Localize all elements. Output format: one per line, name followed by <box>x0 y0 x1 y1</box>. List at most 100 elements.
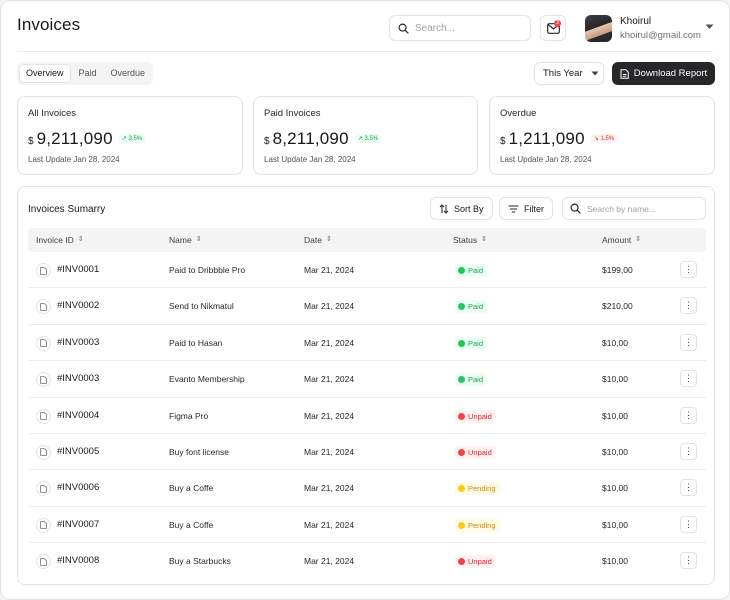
status-dot-icon <box>458 412 465 420</box>
row-actions-button[interactable]: ⋮ <box>680 479 697 497</box>
stat-value: $ 9,211,090 ↗ 3.5% <box>28 129 146 149</box>
row-actions-button[interactable]: ⋮ <box>680 552 697 570</box>
table-row[interactable]: #INV0004 Figma Pro Mar 21, 2024 Unpaid $… <box>28 398 706 434</box>
column-date[interactable]: Date ⇕ <box>304 228 332 252</box>
status-dot-icon <box>458 448 465 456</box>
status-badge: Pending <box>455 518 500 532</box>
status-label: Unpaid <box>468 557 492 567</box>
stat-card-all-invoices: All Invoices $ 9,211,090 ↗ 3.5% Last Upd… <box>17 96 243 175</box>
header-divider <box>17 51 713 52</box>
invoice-id: #INV0003 <box>57 336 100 348</box>
file-icon <box>36 372 51 388</box>
table-row[interactable]: #INV0007 Buy a Coffe Mar 21, 2024 Pendin… <box>28 507 706 544</box>
table-row[interactable]: #INV0002 Send to Nikmatul Mar 21, 2024 P… <box>28 288 706 325</box>
row-actions-button[interactable]: ⋮ <box>680 442 697 460</box>
chevron-down-icon[interactable] <box>705 24 714 30</box>
global-search-input[interactable]: Search... <box>389 15 531 41</box>
status-dot-icon <box>458 339 465 347</box>
more-vertical-icon: ⋮ <box>684 409 693 420</box>
more-vertical-icon: ⋮ <box>684 300 693 311</box>
view-tabs: Overview Paid Overdue <box>17 62 154 85</box>
status-badge: Unpaid <box>455 409 496 423</box>
tab-paid[interactable]: Paid <box>73 64 103 83</box>
status-dot-icon <box>458 376 465 384</box>
avatar[interactable] <box>585 15 612 42</box>
row-actions-button[interactable]: ⋮ <box>680 515 697 533</box>
tab-overdue[interactable]: Overdue <box>105 64 152 83</box>
invoice-id: #INV0002 <box>57 300 100 312</box>
sort-arrows-icon: ⇕ <box>481 236 487 243</box>
invoice-amount: $199,00 <box>602 265 633 275</box>
user-email: khoirul@gmail.com <box>620 30 701 41</box>
invoice-date: Mar 21, 2024 <box>304 374 355 385</box>
panel-title: Invoices Sumarry <box>28 204 106 215</box>
page-title: Invoices <box>17 15 81 34</box>
stat-number: 1,211,090 <box>508 129 585 148</box>
row-actions-button[interactable]: ⋮ <box>680 333 697 351</box>
file-icon <box>36 554 51 570</box>
column-label: Date <box>304 235 322 245</box>
table-row[interactable]: #INV0003 Paid to Hasan Mar 21, 2024 Paid… <box>28 325 706 362</box>
status-label: Paid <box>468 338 484 348</box>
trend-down-badge: ↘ 1.5% <box>590 134 618 143</box>
notifications-button[interactable]: 3 <box>540 15 566 41</box>
invoice-id: #INV0003 <box>57 373 100 385</box>
table-row[interactable]: #INV0005 Buy font license Mar 21, 2024 U… <box>28 434 706 471</box>
filter-label: Filter <box>524 203 544 214</box>
column-invoice-id[interactable]: Invoice ID ⇕ <box>36 228 84 252</box>
sort-by-button[interactable]: Sort By <box>430 197 493 220</box>
column-amount[interactable]: Amount ⇕ <box>602 228 641 252</box>
status-dot-icon <box>458 521 465 529</box>
stat-title: Paid Invoices <box>264 108 321 119</box>
user-name: Khoirul <box>620 16 652 27</box>
invoice-name: Buy font license <box>169 446 230 457</box>
stat-value: $ 1,211,090 ↘ 1.5% <box>500 129 618 149</box>
invoice-id: #INV0005 <box>57 445 100 457</box>
period-select[interactable]: This Year <box>534 62 604 85</box>
table-search-placeholder: Search by name... <box>587 203 656 214</box>
row-actions-button[interactable]: ⋮ <box>680 370 697 388</box>
table-row[interactable]: #INV0001 Paid to Dribbble Pro Mar 21, 20… <box>28 252 706 289</box>
sort-arrows-icon: ⇕ <box>195 236 202 243</box>
download-report-button[interactable]: Download Report <box>612 62 715 85</box>
more-vertical-icon: ⋮ <box>684 373 693 384</box>
column-label: Status <box>453 235 478 245</box>
invoice-date: Mar 21, 2024 <box>304 337 355 348</box>
table-row[interactable]: #INV0008 Buy a Starbucks Mar 21, 2024 Un… <box>28 543 706 579</box>
column-label: Invoice ID <box>36 235 74 245</box>
invoice-amount: $10,00 <box>602 483 628 494</box>
invoice-date: Mar 21, 2024 <box>304 556 355 567</box>
status-dot-icon <box>458 558 465 566</box>
invoice-table-body: #INV0001 Paid to Dribbble Pro Mar 21, 20… <box>28 252 706 580</box>
status-dot-icon <box>458 303 465 311</box>
search-placeholder: Search... <box>415 22 456 34</box>
stat-card-overdue: Overdue $ 1,211,090 ↘ 1.5% Last Update J… <box>489 96 715 175</box>
tab-overview[interactable]: Overview <box>19 64 71 83</box>
column-label: Name <box>169 235 192 245</box>
table-row[interactable]: #INV0003 Evanto Membership Mar 21, 2024 … <box>28 361 706 398</box>
column-name[interactable]: Name ⇕ <box>169 228 202 252</box>
table-row[interactable]: #INV0006 Buy a Coffe Mar 21, 2024 Pendin… <box>28 470 706 507</box>
invoice-amount: $10,00 <box>602 337 628 348</box>
invoice-amount: $10,00 <box>602 519 628 530</box>
row-actions-button[interactable]: ⋮ <box>680 297 697 315</box>
stat-currency: $ <box>28 136 34 147</box>
sort-arrows-icon <box>439 203 449 214</box>
table-search-input[interactable]: Search by name... <box>562 197 706 220</box>
chevron-down-icon <box>591 71 599 76</box>
stat-title: Overdue <box>500 108 537 119</box>
invoice-id: #INV0004 <box>57 409 100 421</box>
more-vertical-icon: ⋮ <box>684 336 693 347</box>
app-window: Invoices Search... 3 Khoirul khoirul@gma… <box>0 0 730 600</box>
invoice-name: Buy a Coffe <box>169 519 214 530</box>
column-status[interactable]: Status ⇕ <box>453 228 487 252</box>
status-dot-icon <box>458 267 465 274</box>
invoice-date: Mar 21, 2024 <box>304 519 355 530</box>
filter-button[interactable]: Filter <box>499 197 553 220</box>
invoice-name: Buy a Coffe <box>169 483 214 494</box>
more-vertical-icon: ⋮ <box>684 264 693 274</box>
invoice-date: Mar 21, 2024 <box>304 483 355 494</box>
row-actions-button[interactable]: ⋮ <box>680 406 697 424</box>
row-actions-button[interactable]: ⋮ <box>680 261 697 278</box>
notification-badge: 3 <box>554 20 561 27</box>
